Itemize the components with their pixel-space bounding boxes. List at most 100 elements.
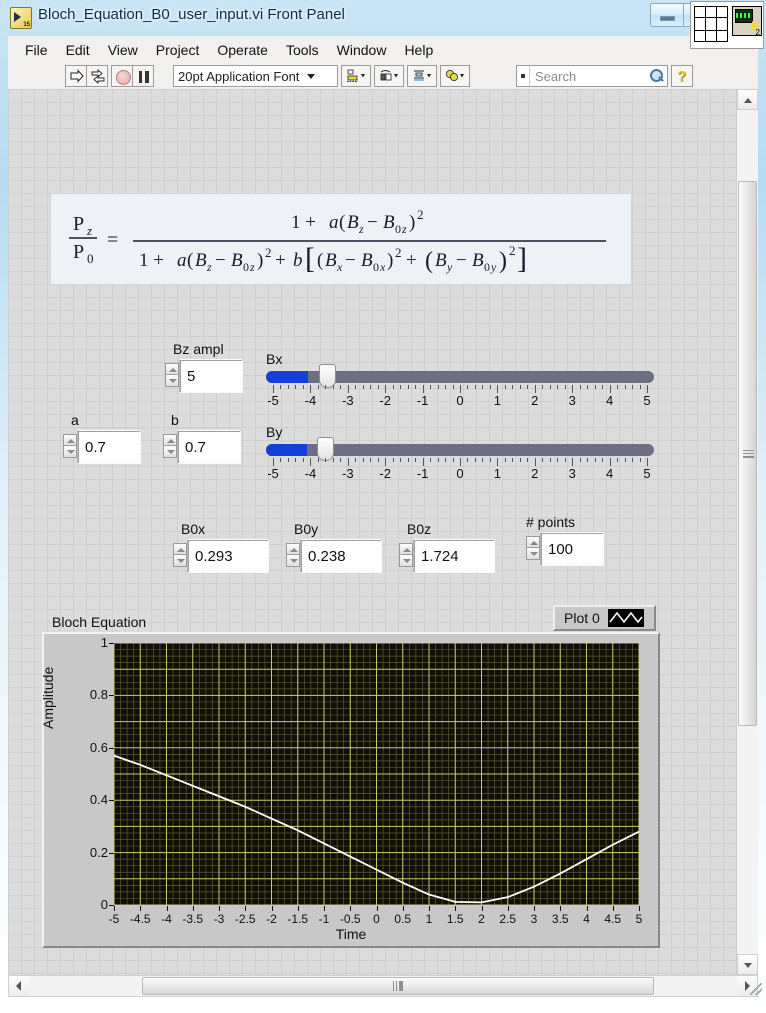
slider-tick-minor [639, 385, 641, 389]
horizontal-scrollbar-thumb[interactable] [142, 977, 654, 995]
distribute-objects-button[interactable] [374, 65, 404, 87]
b0x-input[interactable]: 0.293 [187, 539, 268, 572]
scroll-down-button[interactable] [737, 954, 758, 975]
b0z-decrement[interactable] [399, 555, 413, 567]
context-help-button[interactable]: ? [671, 65, 693, 87]
plot-waveform-icon[interactable] [607, 609, 644, 627]
connector-pane-grid[interactable] [694, 6, 728, 42]
bz-ampl-decrement[interactable] [165, 375, 179, 387]
search-scope-icon[interactable] [517, 66, 530, 86]
run-continuously-button[interactable] [86, 65, 108, 87]
slider-tick-minor [482, 458, 484, 462]
b0z-increment[interactable] [399, 543, 413, 555]
scrollbar-grip-icon [393, 981, 403, 991]
plot-area[interactable] [113, 642, 640, 906]
chevron-down-icon[interactable] [307, 73, 316, 79]
slider-tick-major [422, 385, 424, 393]
svg-text:a: a [329, 212, 339, 233]
slider-tick-major [497, 458, 499, 466]
vertical-scrollbar[interactable] [736, 89, 758, 975]
resize-objects-button[interactable] [407, 65, 437, 87]
b0z-stepper[interactable] [399, 543, 413, 568]
menu-item-tools[interactable]: Tools [277, 39, 328, 61]
slider-tick-major [609, 385, 611, 393]
reorder-objects-button[interactable] [440, 65, 470, 87]
x-axis-tick-label: -5 [108, 912, 120, 926]
menu-item-view[interactable]: View [99, 39, 147, 61]
slider-tick-major [460, 458, 461, 466]
abort-execution-button[interactable] [111, 65, 133, 87]
align-objects-button[interactable] [341, 65, 371, 87]
bz-ampl-input[interactable]: 5 [179, 359, 242, 392]
svg-text:1 +: 1 + [291, 212, 316, 233]
slider-tick-minor [594, 458, 596, 462]
x-axis-tick [481, 906, 483, 911]
vi-application-icon: 15 [10, 7, 32, 29]
b0z-input[interactable]: 1.724 [413, 539, 494, 572]
a-decrement[interactable] [63, 446, 77, 458]
b0y-decrement[interactable] [286, 555, 300, 567]
x-axis-tick-label: 0 [373, 912, 380, 926]
menu-item-operate[interactable]: Operate [208, 39, 277, 61]
slider-tick-minor [445, 385, 447, 389]
horizontal-scrollbar[interactable] [8, 975, 758, 997]
vertical-scrollbar-thumb[interactable] [738, 181, 757, 726]
a-input[interactable]: 0.7 [77, 430, 140, 463]
bz-ampl-stepper[interactable] [165, 363, 179, 388]
slider-tick-minor [467, 385, 469, 389]
b-increment[interactable] [163, 434, 177, 446]
x-axis-tick [297, 906, 299, 911]
b0y-increment[interactable] [286, 543, 300, 555]
slider-tick-minor [632, 458, 634, 462]
search-input[interactable]: Search [516, 65, 668, 87]
b0y-input[interactable]: 0.238 [300, 539, 381, 572]
x-axis-tick [166, 906, 168, 911]
b0x-stepper[interactable] [173, 543, 187, 568]
menu-item-file[interactable]: File [16, 39, 57, 61]
slider-tick-minor [564, 385, 566, 389]
slider-tick-minor [542, 385, 544, 389]
pause-button[interactable] [132, 65, 154, 87]
b0x-increment[interactable] [173, 543, 187, 555]
font-selector[interactable]: 20pt Application Font [173, 65, 338, 87]
svg-text:1 +: 1 + [139, 250, 164, 271]
slider-tick-minor [430, 385, 432, 389]
svg-text:B: B [347, 212, 359, 233]
bz-ampl-increment[interactable] [165, 363, 179, 375]
slider-tick-minor [512, 385, 514, 389]
window-resize-grip[interactable] [750, 983, 762, 995]
num-points-increment[interactable] [526, 536, 540, 548]
scroll-left-button[interactable] [9, 976, 29, 996]
slider-tick-minor [542, 458, 544, 462]
menu-item-help[interactable]: Help [395, 39, 442, 61]
num-points-input[interactable]: 100 [540, 532, 603, 565]
svg-text:0: 0 [484, 260, 490, 274]
plot-legend[interactable]: Plot 0 [553, 605, 656, 631]
vi-icon-connector-pane[interactable]: 2 [690, 1, 764, 49]
vi-icon-glyph[interactable]: 2 [732, 6, 762, 36]
waveform-graph[interactable]: Amplitude 0 0.2 0.4 0.6 0.8 1 -5 -4.5 -4 -3.5 -3-… [40, 632, 660, 948]
num-points-decrement[interactable] [526, 548, 540, 560]
menu-item-project[interactable]: Project [147, 39, 209, 61]
b0x-decrement[interactable] [173, 555, 187, 567]
b-decrement[interactable] [163, 446, 177, 458]
menu-item-edit[interactable]: Edit [57, 39, 99, 61]
menu-item-window[interactable]: Window [328, 39, 396, 61]
slider-tick-minor [587, 385, 589, 389]
search-icon[interactable] [647, 66, 667, 86]
svg-text:x: x [379, 260, 386, 274]
x-axis-tick [350, 906, 352, 911]
b-input[interactable]: 0.7 [177, 430, 240, 463]
pause-icon [139, 71, 149, 83]
a-stepper[interactable] [63, 434, 77, 459]
svg-text:(: ( [339, 212, 345, 233]
scroll-up-button[interactable] [737, 89, 758, 110]
run-button[interactable] [65, 65, 87, 87]
b0y-stepper[interactable] [286, 543, 300, 568]
slider-tick-label: 0 [456, 393, 464, 408]
a-increment[interactable] [63, 434, 77, 446]
b-stepper[interactable] [163, 434, 177, 459]
minimize-button[interactable] [650, 3, 684, 27]
control-label-b0y: B0y [294, 521, 319, 537]
num-points-stepper[interactable] [526, 536, 540, 561]
